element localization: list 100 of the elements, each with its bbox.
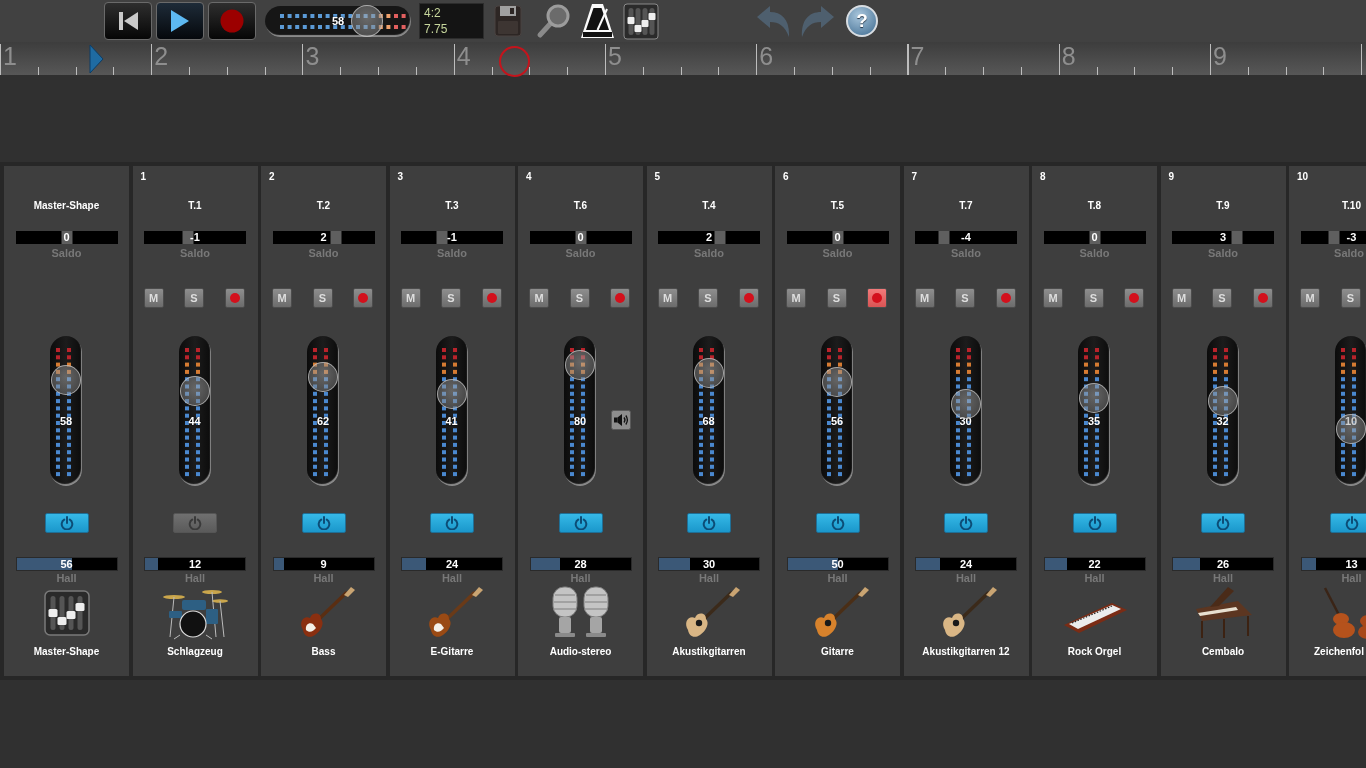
power-button[interactable] [815, 513, 860, 533]
reverb-slider[interactable]: 30 [658, 557, 760, 571]
record-arm-button[interactable] [1252, 288, 1273, 308]
fader-thumb[interactable] [436, 379, 467, 410]
reverb-value: 30 [702, 558, 716, 570]
reverb-slider[interactable]: 26 [1172, 557, 1274, 571]
pan-knob[interactable]: 0 [832, 231, 843, 244]
search-icon[interactable] [535, 3, 570, 39]
reverb-label: Hall [827, 571, 848, 585]
pan-knob[interactable]: 0 [61, 231, 72, 244]
record-arm-button[interactable] [481, 288, 502, 308]
reverb-slider[interactable]: 24 [401, 557, 503, 571]
record-arm-button[interactable] [1124, 288, 1144, 308]
metronome-icon[interactable] [580, 3, 615, 39]
volume-fader[interactable]: 44 [178, 336, 211, 486]
pan-slider[interactable]: 3 [1172, 231, 1274, 244]
reverb-label: Hall [955, 571, 977, 585]
power-button[interactable] [44, 513, 89, 533]
start-marker[interactable] [89, 44, 105, 74]
reverb-label: Hall [1084, 571, 1105, 585]
volume-fader[interactable]: 32 [1206, 336, 1239, 486]
volume-fader[interactable]: 68 [692, 336, 725, 486]
skip-back-button[interactable] [104, 2, 152, 40]
fader-value: 10 [1344, 414, 1358, 428]
volume-fader[interactable]: 62 [307, 336, 339, 486]
play-button[interactable] [156, 2, 204, 40]
record-dot-icon [1000, 293, 1011, 303]
volume-fader[interactable]: 80 [564, 336, 596, 486]
fader-thumb[interactable] [308, 362, 338, 393]
bar-number: 3 [305, 43, 320, 69]
volume-fader[interactable]: 35 [1078, 336, 1110, 486]
fader-thumb[interactable] [179, 375, 210, 406]
power-button[interactable] [558, 513, 603, 533]
fader-thumb[interactable] [950, 388, 981, 419]
volume-fader[interactable]: 30 [949, 336, 982, 486]
pan-knob[interactable]: 0 [575, 231, 586, 244]
fader-thumb[interactable] [565, 350, 595, 381]
pan-slider[interactable]: -1 [401, 231, 503, 244]
pan-slider[interactable]: 0 [1043, 231, 1146, 244]
power-button[interactable] [1329, 513, 1366, 533]
record-arm-button[interactable] [610, 288, 630, 308]
fader-thumb[interactable] [51, 364, 81, 395]
record-arm-button[interactable] [867, 288, 887, 308]
reverb-slider[interactable]: 24 [915, 557, 1017, 571]
track-name: T.10 [1342, 200, 1361, 212]
pan-knob[interactable] [330, 231, 342, 244]
bar-number: 1 [3, 43, 17, 69]
volume-fader[interactable]: 56 [821, 336, 853, 486]
power-button[interactable] [173, 513, 217, 533]
pan-slider[interactable]: -3 [1300, 231, 1366, 244]
pan-knob[interactable] [714, 231, 726, 244]
power-button[interactable] [944, 513, 988, 533]
pan-slider[interactable]: 2 [272, 231, 375, 244]
reverb-slider[interactable]: 22 [1043, 557, 1146, 571]
slider-thumb[interactable] [351, 4, 384, 37]
pan-label: Saldo [180, 246, 210, 260]
pan-slider[interactable]: 2 [658, 231, 760, 244]
fader-thumb[interactable] [693, 357, 724, 388]
track-number: 3 [397, 171, 404, 183]
volume-fader[interactable]: 10 [1335, 336, 1366, 486]
speaker-icon[interactable] [611, 410, 631, 430]
volume-fader[interactable]: 41 [435, 336, 468, 486]
fader-thumb[interactable] [822, 367, 852, 398]
record-arm-button[interactable] [995, 288, 1016, 308]
pan-slider[interactable]: 0 [529, 231, 632, 244]
power-button[interactable] [1201, 513, 1245, 533]
record-icon [220, 9, 244, 33]
record-arm-button[interactable] [738, 288, 759, 308]
track-name: T.7 [959, 200, 973, 212]
pan-slider[interactable]: 0 [15, 231, 118, 244]
fader-thumb[interactable] [1079, 382, 1109, 413]
fader-thumb[interactable] [1207, 386, 1238, 417]
master-volume-slider[interactable]: 58 [265, 5, 411, 37]
record-arm-button[interactable] [353, 288, 373, 308]
fader-thumb[interactable] [1336, 414, 1366, 444]
reverb-slider[interactable]: 13 [1300, 557, 1366, 571]
pan-knob[interactable] [1231, 231, 1243, 244]
record-button[interactable] [208, 2, 256, 40]
pan-label: Saldo [694, 246, 724, 260]
mixer-icon[interactable] [623, 2, 659, 40]
record-arm-button[interactable] [224, 288, 245, 308]
volume-fader[interactable]: 58 [50, 336, 82, 486]
pan-knob[interactable]: 0 [1089, 231, 1100, 244]
pan-knob[interactable] [1328, 231, 1340, 244]
pan-slider[interactable]: -4 [915, 231, 1017, 244]
reverb-slider[interactable]: 9 [272, 557, 375, 571]
power-button[interactable] [1072, 513, 1117, 533]
pan-label: Saldo [437, 246, 467, 260]
reverb-slider[interactable]: 12 [144, 557, 246, 571]
pan-slider[interactable]: 0 [786, 231, 889, 244]
reverb-value: 12 [188, 558, 202, 570]
track-number: 9 [1168, 171, 1175, 183]
power-button[interactable] [687, 513, 731, 533]
pan-slider[interactable]: -1 [144, 231, 246, 244]
pan-knob[interactable] [938, 231, 950, 244]
reverb-slider[interactable]: 28 [529, 557, 632, 571]
fader-value: 62 [316, 414, 330, 428]
power-button[interactable] [430, 513, 474, 533]
power-button[interactable] [301, 513, 346, 533]
pan-knob[interactable] [436, 231, 448, 244]
